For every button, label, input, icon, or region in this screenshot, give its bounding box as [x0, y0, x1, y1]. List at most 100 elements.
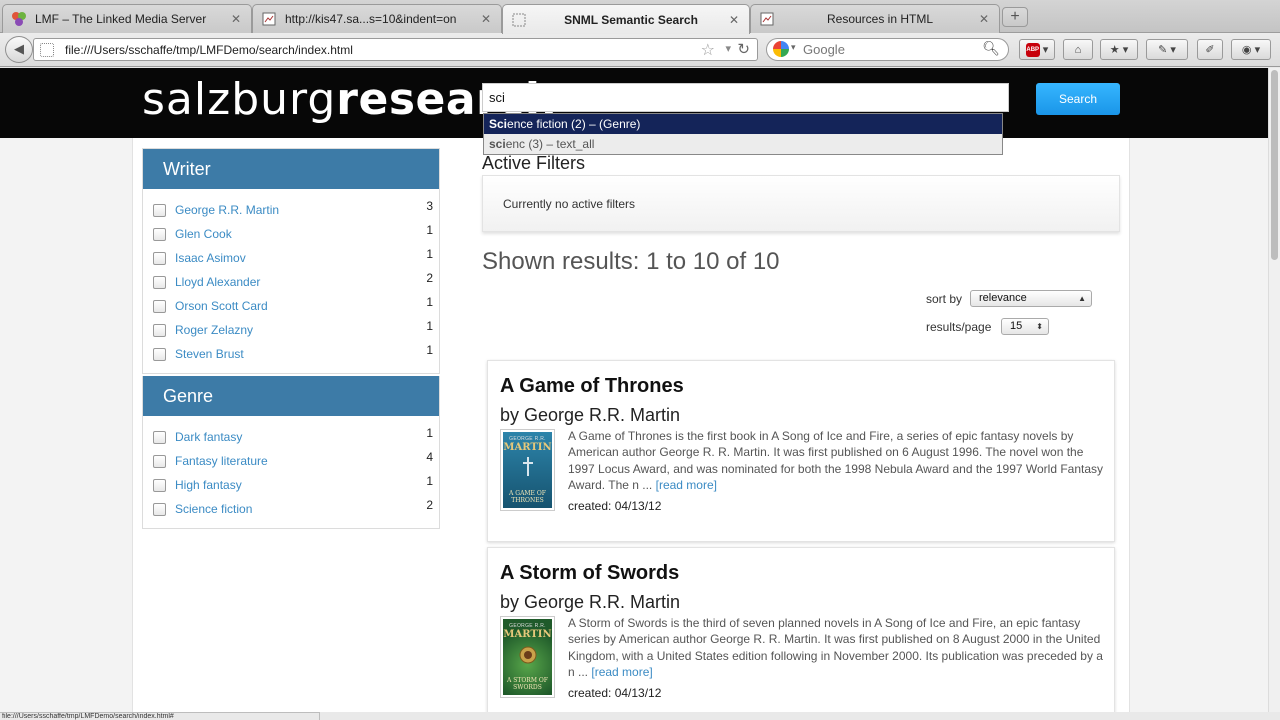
- close-tab-icon[interactable]: ✕: [229, 12, 243, 26]
- close-tab-icon[interactable]: ✕: [977, 12, 991, 26]
- facet-genre: Genre Dark fantasy 1 Fantasy literature 4 …: [142, 376, 440, 529]
- result-created: created: 04/13/12: [568, 499, 662, 513]
- status-bar: file:///Users/sschaffe/tmp/LMFDemo/searc…: [0, 712, 320, 720]
- facet-label[interactable]: High fantasy: [175, 478, 242, 492]
- tab-solr[interactable]: http://kis47.sa...s=10&indent=on ✕: [252, 4, 502, 33]
- page-scrollbar[interactable]: [1268, 68, 1280, 712]
- facet-checkbox[interactable]: [153, 300, 166, 313]
- facet-label[interactable]: Fantasy literature: [175, 454, 268, 468]
- facet-label[interactable]: Isaac Asimov: [175, 251, 246, 265]
- facet-label[interactable]: Orson Scott Card: [175, 299, 268, 313]
- facet-checkbox[interactable]: [153, 479, 166, 492]
- new-tab-button[interactable]: +: [1002, 7, 1028, 27]
- facet-label[interactable]: Roger Zelazny: [175, 323, 253, 337]
- search-input[interactable]: sci: [482, 83, 1009, 112]
- facet-label[interactable]: Lloyd Alexander: [175, 275, 260, 289]
- navigation-toolbar: ◀ file:///Users/sschaffe/tmp/LMFDemo/sea…: [0, 33, 1280, 67]
- facet-checkbox[interactable]: [153, 252, 166, 265]
- bookmarks-button[interactable]: ★ ▾: [1100, 39, 1138, 60]
- facet-item[interactable]: Roger Zelazny 1: [143, 319, 439, 343]
- home-button[interactable]: ⌂: [1063, 39, 1093, 60]
- close-tab-icon[interactable]: ✕: [727, 13, 741, 27]
- facet-item[interactable]: Glen Cook 1: [143, 223, 439, 247]
- facet-item[interactable]: Orson Scott Card 1: [143, 295, 439, 319]
- facet-label[interactable]: Glen Cook: [175, 227, 232, 241]
- facet-label[interactable]: Steven Brust: [175, 347, 244, 361]
- facet-count: 1: [426, 474, 433, 488]
- tab-lmf[interactable]: LMF – The Linked Media Server ✕: [2, 4, 252, 33]
- sort-select[interactable]: relevance ▲: [970, 290, 1092, 307]
- facet-writer: Writer George R.R. Martin 3 Glen Cook 1 Is…: [142, 148, 440, 374]
- facet-label[interactable]: Science fiction: [175, 502, 252, 516]
- close-tab-icon[interactable]: ✕: [479, 12, 493, 26]
- cover-title: A STORM OF SWORDS: [507, 677, 548, 691]
- facet-item[interactable]: Science fiction 2: [143, 498, 439, 522]
- lmf-icon: [11, 11, 27, 27]
- result-description: A Storm of Swords is the third of seven …: [568, 615, 1104, 680]
- facet-count: 1: [426, 295, 433, 309]
- results-per-page-select[interactable]: 15 ⬍: [1001, 318, 1049, 335]
- book-cover-image[interactable]: GEORGE R.R. MARTIN A GAME OF THRONES: [500, 429, 555, 511]
- facet-label[interactable]: George R.R. Martin: [175, 203, 279, 217]
- description-text: A Game of Thrones is the first book in A…: [568, 429, 1104, 492]
- bookmark-star-icon[interactable]: ☆: [701, 40, 715, 60]
- facet-checkbox[interactable]: [153, 204, 166, 217]
- result-created: created: 04/13/12: [568, 686, 662, 700]
- autocomplete-match: Sci: [489, 117, 508, 131]
- facet-checkbox[interactable]: [153, 276, 166, 289]
- circle-menu-icon: ◉: [1241, 44, 1252, 56]
- menu-button[interactable]: ◉ ▾: [1231, 39, 1271, 60]
- search-button[interactable]: Search: [1036, 83, 1120, 115]
- facet-item[interactable]: Lloyd Alexander 2: [143, 271, 439, 295]
- sword-icon: [523, 457, 533, 476]
- reload-icon[interactable]: ↻: [737, 40, 750, 58]
- extensions-button[interactable]: ✎ ▾: [1146, 39, 1188, 60]
- facet-list: George R.R. Martin 3 Glen Cook 1 Isaac Asi…: [143, 189, 439, 373]
- facet-item[interactable]: Fantasy literature 4: [143, 450, 439, 474]
- facet-item[interactable]: Dark fantasy 1: [143, 426, 439, 450]
- result-author: by George R.R. Martin: [500, 592, 681, 612]
- tab-resources[interactable]: Resources in HTML ✕: [750, 4, 1000, 33]
- facet-item[interactable]: Steven Brust 1: [143, 343, 439, 367]
- facet-checkbox[interactable]: [153, 431, 166, 444]
- tab-snml-search[interactable]: SNML Semantic Search ✕: [502, 4, 750, 34]
- facet-item[interactable]: George R.R. Martin 3: [143, 199, 439, 223]
- book-cover-image[interactable]: GEORGE R.R. MARTIN A STORM OF SWORDS: [500, 616, 555, 698]
- facet-item[interactable]: High fantasy 1: [143, 474, 439, 498]
- scrollbar-thumb[interactable]: [1271, 70, 1278, 260]
- engine-dropdown-icon[interactable]: ▾: [791, 42, 796, 53]
- facet-checkbox[interactable]: [153, 503, 166, 516]
- url-text: file:///Users/sschaffe/tmp/LMFDemo/searc…: [65, 43, 353, 57]
- facet-checkbox[interactable]: [153, 228, 166, 241]
- result-title[interactable]: A Game of Thrones: [500, 375, 684, 398]
- tab-title: SNML Semantic Search: [564, 12, 698, 27]
- facet-checkbox[interactable]: [153, 324, 166, 337]
- result-title[interactable]: A Storm of Swords: [500, 562, 679, 585]
- back-button[interactable]: ◀: [5, 36, 33, 63]
- autocomplete-dropdown: Science fiction (2) – (Genre) scienc (3)…: [483, 113, 1003, 155]
- read-more-link[interactable]: [read more]: [591, 665, 652, 679]
- logo-light-text: salzburg: [142, 74, 337, 125]
- blank-page-icon: [511, 12, 527, 28]
- per-page-value: 15: [1010, 320, 1023, 332]
- facet-checkbox[interactable]: [153, 348, 166, 361]
- cover-author-last: MARTIN: [503, 629, 552, 640]
- autocomplete-item[interactable]: scienc (3) – text_all: [484, 134, 1002, 154]
- active-filters-box: Currently no active filters: [482, 175, 1120, 232]
- brush-button[interactable]: ✐: [1197, 39, 1223, 60]
- address-bar[interactable]: file:///Users/sschaffe/tmp/LMFDemo/searc…: [33, 38, 758, 61]
- sort-value: relevance: [979, 292, 1027, 304]
- facet-item[interactable]: Isaac Asimov 1: [143, 247, 439, 271]
- history-dropdown-icon[interactable]: ▾: [725, 42, 731, 55]
- page-icon: [261, 11, 277, 27]
- result-card: A Storm of Swords by George R.R. Martin …: [487, 547, 1115, 712]
- facet-checkbox[interactable]: [153, 455, 166, 468]
- adblock-button[interactable]: ABP ▾: [1019, 39, 1055, 60]
- brush-icon: ✐: [1205, 44, 1215, 56]
- search-icon[interactable]: 🔍︎: [982, 40, 1000, 57]
- browser-search-box[interactable]: ▾ Google 🔍︎: [766, 38, 1009, 61]
- cover-art: GEORGE R.R. MARTIN A GAME OF THRONES: [503, 432, 552, 508]
- autocomplete-item[interactable]: Science fiction (2) – (Genre): [484, 114, 1002, 134]
- read-more-link[interactable]: [read more]: [656, 478, 717, 492]
- facet-label[interactable]: Dark fantasy: [175, 430, 242, 444]
